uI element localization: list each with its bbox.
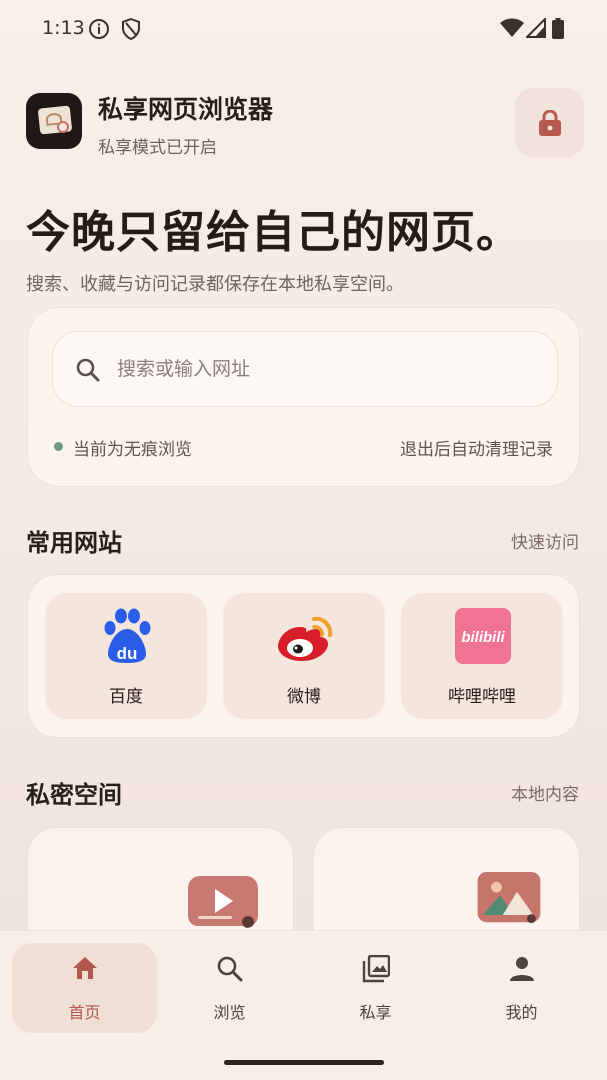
status-time: 1:13 [42, 17, 85, 39]
app-title: 私享网页浏览器 [98, 95, 274, 124]
site-label: 微博 [287, 687, 321, 707]
auto-clear-setting[interactable]: 退出后自动清理记录 [400, 435, 553, 460]
search-card: 当前为无痕浏览 退出后自动清理记录 [27, 307, 580, 487]
site-weibo[interactable]: 微博 [223, 593, 385, 719]
lock-button[interactable] [515, 88, 584, 157]
wifi-icon [500, 18, 524, 37]
search-icon [76, 358, 100, 382]
app-logo [26, 93, 82, 149]
baidu-logo: du [104, 608, 151, 663]
private-section-title: 私密空间 [26, 781, 122, 809]
hero-subtitle: 搜索、收藏与访问记录都保存在本地私享空间。 [26, 274, 404, 295]
site-bilibili[interactable]: bilibili 哔哩哔哩 [401, 593, 563, 719]
nav-label: 私享 [359, 1003, 392, 1022]
incognito-dot-icon [54, 442, 63, 451]
video-icon [188, 876, 258, 928]
hero-title: 今晚只留给自己的网页。 [26, 207, 521, 258]
person-icon [510, 957, 534, 981]
home-icon [73, 957, 97, 979]
shield-icon [122, 18, 140, 40]
gallery-icon [362, 955, 390, 983]
svg-text:bilibili: bilibili [461, 629, 505, 646]
private-mode-status: 私享模式已开启 [98, 138, 217, 158]
search-icon [217, 956, 243, 982]
home-indicator[interactable] [224, 1060, 384, 1065]
battery-icon [552, 18, 564, 39]
weibo-logo [278, 616, 333, 661]
search-input[interactable] [117, 332, 537, 406]
bottom-navigation: 首页 浏览 私享 我的 [0, 930, 607, 1080]
nav-profile[interactable]: 我的 [449, 943, 594, 1033]
photo-icon [477, 872, 541, 924]
signal-icon [526, 18, 546, 38]
search-box[interactable] [52, 331, 558, 407]
nav-browse[interactable]: 浏览 [157, 943, 302, 1033]
site-label: 哔哩哔哩 [448, 687, 516, 707]
sites-section-title: 常用网站 [26, 529, 122, 557]
bilibili-logo: bilibili [455, 608, 511, 664]
incognito-status: 当前为无痕浏览 [73, 440, 192, 460]
info-icon [89, 19, 109, 39]
nav-label: 我的 [505, 1003, 538, 1022]
svg-text:du: du [117, 644, 138, 663]
site-baidu[interactable]: du 百度 [45, 593, 207, 719]
status-bar: 1:13 [0, 0, 607, 60]
site-label: 百度 [109, 687, 143, 707]
lock-icon [539, 110, 561, 136]
sites-card: du 百度 微博 bilibili 哔哩哔哩 [27, 574, 580, 738]
local-content-link[interactable]: 本地内容 [511, 780, 579, 805]
nav-private[interactable]: 私享 [303, 943, 448, 1033]
nav-home[interactable]: 首页 [12, 943, 157, 1033]
nav-label: 浏览 [213, 1003, 246, 1022]
nav-label: 首页 [68, 1003, 101, 1022]
quick-access-link[interactable]: 快速访问 [511, 528, 579, 553]
